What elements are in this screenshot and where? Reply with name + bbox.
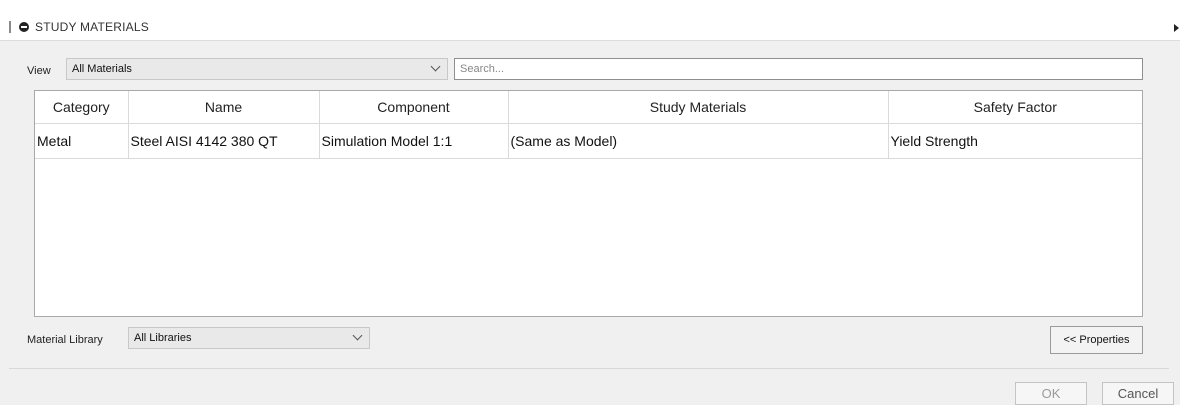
cell-category: Metal — [35, 123, 129, 159]
cell-study-materials[interactable]: (Same as Model) — [508, 123, 889, 159]
drag-grip-icon[interactable] — [9, 21, 11, 33]
collapse-icon[interactable] — [19, 22, 29, 32]
cell-safety-factor[interactable]: Yield Strength — [888, 123, 1142, 159]
material-library-label: Material Library — [27, 334, 103, 346]
search-input[interactable]: Search... — [454, 58, 1143, 80]
column-header-component[interactable]: Component — [319, 91, 509, 124]
material-library-dropdown[interactable]: All Libraries — [128, 327, 370, 349]
column-header-safety-factor[interactable]: Safety Factor — [888, 91, 1142, 124]
view-dropdown-value: All Materials — [72, 63, 132, 75]
panel-header: STUDY MATERIALS — [0, 0, 1180, 41]
ok-button[interactable]: OK — [1015, 382, 1087, 405]
column-header-study-materials[interactable]: Study Materials — [508, 91, 889, 124]
material-library-value: All Libraries — [134, 332, 192, 344]
panel-title: STUDY MATERIALS — [35, 20, 149, 34]
view-dropdown[interactable]: All Materials — [66, 58, 448, 80]
chevron-down-icon — [430, 61, 441, 72]
column-header-category[interactable]: Category — [35, 91, 129, 124]
divider — [9, 368, 1169, 369]
cell-component: Simulation Model 1:1 — [319, 123, 509, 159]
study-materials-dialog: STUDY MATERIALS View All Materials Searc… — [0, 0, 1180, 405]
cancel-button[interactable]: Cancel — [1102, 382, 1174, 405]
column-header-name[interactable]: Name — [128, 91, 320, 124]
cell-name: Steel AISI 4142 380 QT — [128, 123, 320, 159]
view-label: View — [27, 65, 51, 77]
table-row[interactable]: Metal Steel AISI 4142 380 QT Simulation … — [35, 123, 1142, 159]
table-header-row: Category Name Component Study Materials … — [35, 91, 1142, 124]
properties-button[interactable]: << Properties — [1050, 326, 1143, 354]
materials-table: Category Name Component Study Materials … — [34, 90, 1143, 317]
chevron-down-icon — [352, 330, 363, 341]
expand-arrow-icon[interactable] — [1174, 24, 1179, 32]
